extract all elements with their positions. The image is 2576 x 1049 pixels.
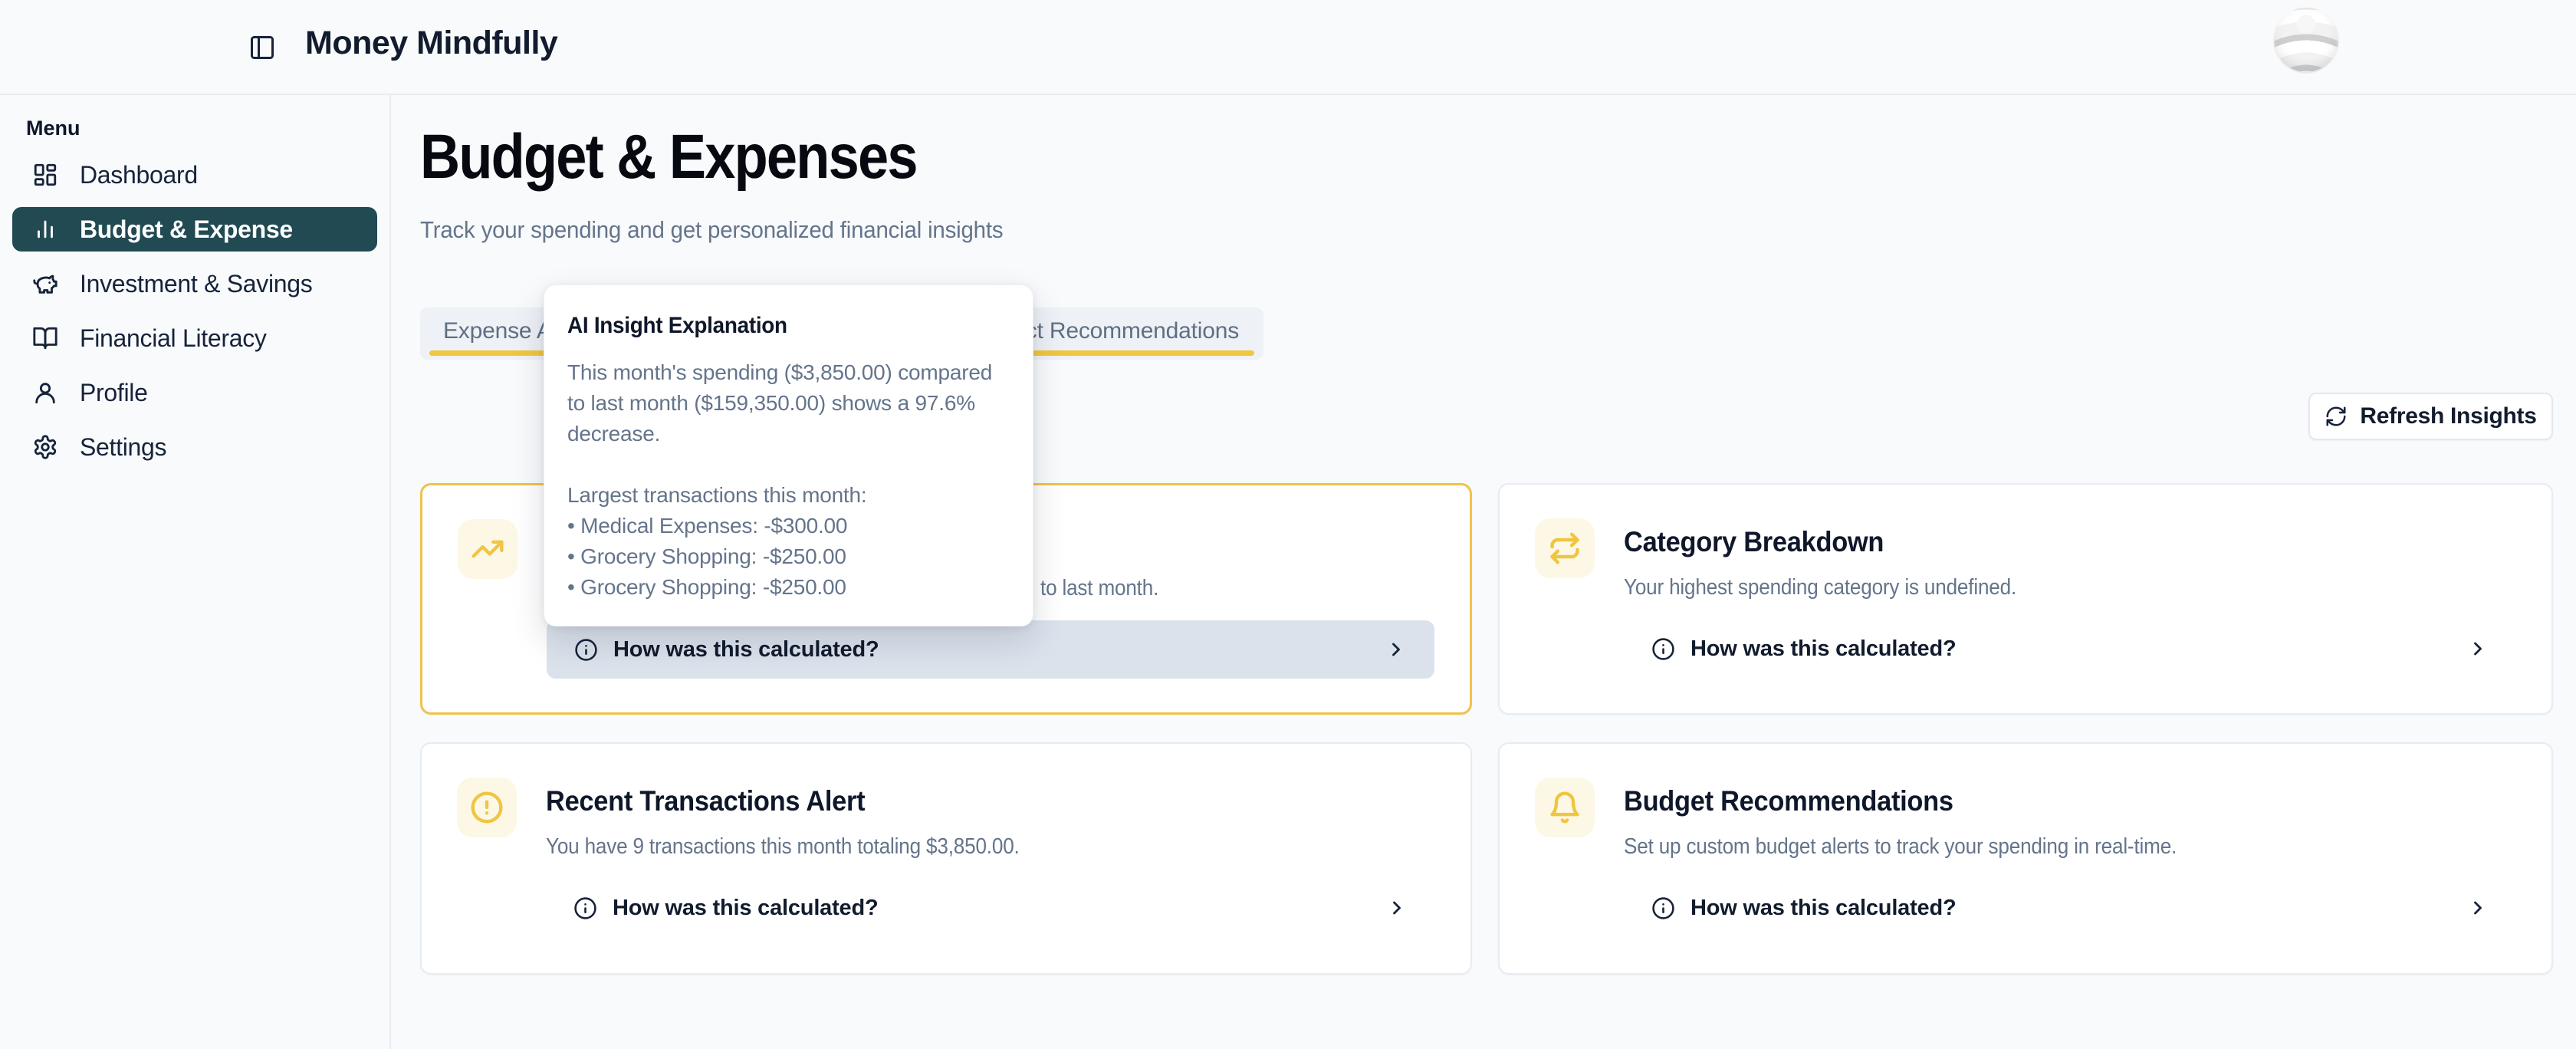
card-category-breakdown: Category Breakdown Your highest spending… xyxy=(1498,483,2553,715)
info-icon xyxy=(574,638,598,662)
repeat-icon xyxy=(1535,518,1595,578)
gear-icon xyxy=(32,434,58,460)
sidebar-nav: Dashboard Budget & Expense Investment & … xyxy=(0,153,389,469)
page-title: Budget & Expenses xyxy=(420,121,917,193)
how-calculated-button[interactable]: How was this calculated? xyxy=(1624,879,2516,937)
sidebar-item-settings[interactable]: Settings xyxy=(12,425,377,469)
sidebar-item-financial-literacy[interactable]: Financial Literacy xyxy=(12,316,377,360)
piggy-bank-icon xyxy=(32,271,58,297)
sidebar-item-profile[interactable]: Profile xyxy=(12,370,377,415)
app-header: Money Mindfully xyxy=(0,0,2576,95)
popover-transactions: Largest transactions this month: • Medic… xyxy=(567,480,1010,603)
card-title: Recent Transactions Alert xyxy=(546,785,865,817)
info-icon xyxy=(1651,896,1675,920)
info-icon xyxy=(1651,637,1675,661)
trending-up-icon xyxy=(458,519,518,579)
sidebar-item-label: Profile xyxy=(80,379,148,407)
how-calculated-label: How was this calculated? xyxy=(613,637,879,663)
how-calculated-button[interactable]: How was this calculated? xyxy=(1624,620,2516,678)
user-avatar[interactable] xyxy=(2274,8,2338,72)
how-calculated-label: How was this calculated? xyxy=(1691,896,1957,921)
alert-circle-icon xyxy=(457,778,517,837)
bar-chart-icon xyxy=(32,216,58,242)
sidebar-item-label: Budget & Expense xyxy=(80,215,293,244)
chevron-right-icon xyxy=(1385,639,1407,660)
card-description: Set up custom budget alerts to track you… xyxy=(1624,834,2177,860)
refresh-icon xyxy=(2325,405,2348,428)
popover-summary: This month's spending ($3,850.00) compar… xyxy=(567,357,1010,449)
sidebar-toggle-icon[interactable] xyxy=(248,34,276,61)
sidebar-item-label: Financial Literacy xyxy=(80,324,267,353)
chevron-right-icon xyxy=(2467,638,2489,659)
how-calculated-button[interactable]: How was this calculated? xyxy=(547,620,1434,679)
sidebar-item-dashboard[interactable]: Dashboard xyxy=(12,153,377,197)
card-recent-transactions: Recent Transactions Alert You have 9 tra… xyxy=(420,742,1472,975)
how-calculated-label: How was this calculated? xyxy=(613,896,879,921)
how-calculated-label: How was this calculated? xyxy=(1691,636,1957,662)
refresh-insights-button[interactable]: Refresh Insights xyxy=(2308,393,2553,440)
card-budget-recommendations: Budget Recommendations Set up custom bud… xyxy=(1498,742,2553,975)
app-title: Money Mindfully xyxy=(305,25,557,62)
bell-icon xyxy=(1535,778,1595,837)
popover-title: AI Insight Explanation xyxy=(567,313,979,339)
sidebar-section-label: Menu xyxy=(26,117,389,140)
chevron-right-icon xyxy=(2467,897,2489,919)
ai-insight-popover: AI Insight Explanation This month's spen… xyxy=(544,284,1033,626)
sidebar-item-investment-savings[interactable]: Investment & Savings xyxy=(12,261,377,306)
card-title: Budget Recommendations xyxy=(1624,785,1953,817)
main-content: Budget & Expenses Track your spending an… xyxy=(393,95,2576,1049)
info-icon xyxy=(573,896,597,920)
open-book-icon xyxy=(32,325,58,351)
how-calculated-button[interactable]: How was this calculated? xyxy=(546,879,1435,937)
sidebar-item-label: Settings xyxy=(80,433,166,462)
card-description-visible: to last month. xyxy=(1040,576,1158,601)
card-description: Your highest spending category is undefi… xyxy=(1624,575,2016,600)
dashboard-grid-icon xyxy=(32,162,58,188)
card-title: Category Breakdown xyxy=(1624,526,1884,558)
sidebar-item-budget-expense[interactable]: Budget & Expense xyxy=(12,207,377,252)
sidebar-item-label: Investment & Savings xyxy=(80,270,313,298)
card-description: You have 9 transactions this month total… xyxy=(546,834,1020,860)
user-icon xyxy=(32,380,58,406)
sidebar: Menu Dashboard Budget & Expense Investme… xyxy=(0,94,391,1049)
refresh-insights-label: Refresh Insights xyxy=(2360,403,2536,429)
sidebar-item-label: Dashboard xyxy=(80,161,198,189)
chevron-right-icon xyxy=(1386,897,1408,919)
page-subtitle: Track your spending and get personalized… xyxy=(420,216,1003,244)
